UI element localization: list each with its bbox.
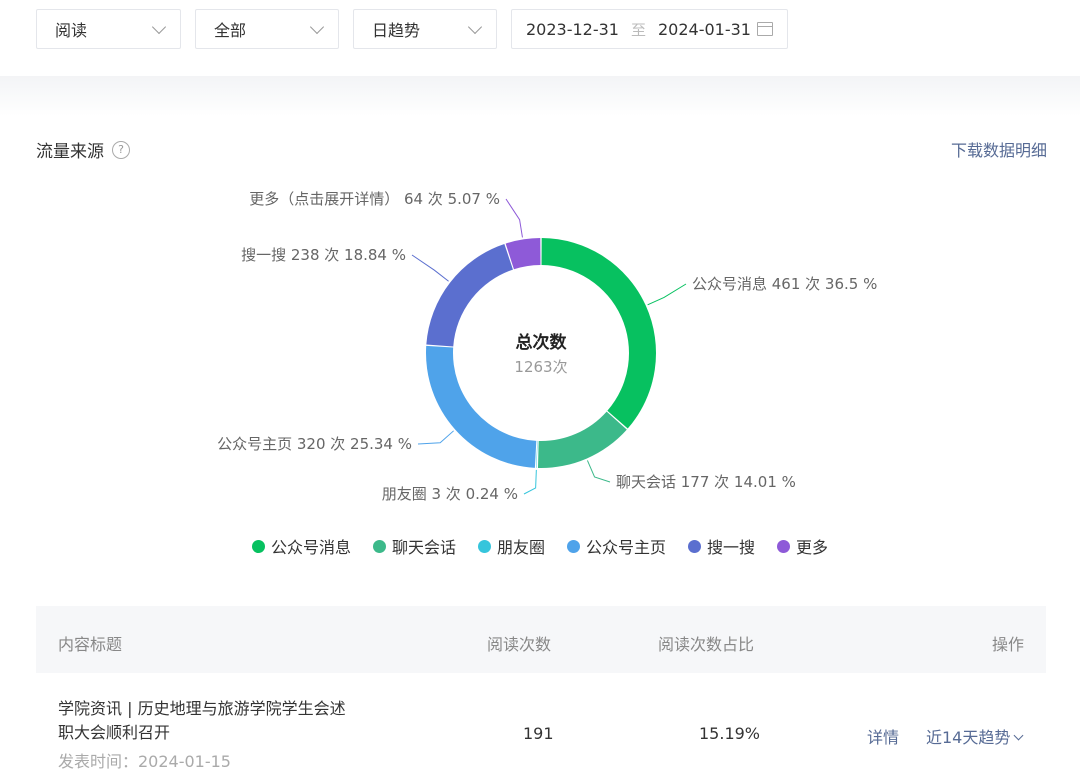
legend-item-0[interactable]: 公众号消息 xyxy=(251,534,351,558)
metric-select-value: 阅读 xyxy=(55,21,88,40)
table-header: 内容标题 阅读次数 阅读次数占比 操作 xyxy=(36,606,1046,673)
slice-label-3: 公众号主页 320 次 25.34 % xyxy=(217,435,412,453)
section-title: 流量来源 ? xyxy=(36,137,130,162)
leader-line-3 xyxy=(417,430,454,445)
detail-link[interactable]: 详情 xyxy=(867,724,899,748)
center-value: 1263次 xyxy=(514,358,567,376)
slice-label-4: 搜一搜 238 次 18.84 % xyxy=(241,246,406,264)
legend-item-5[interactable]: 更多 xyxy=(777,534,828,558)
donut-slice-1[interactable] xyxy=(537,411,627,468)
trend-label: 近14天趋势 xyxy=(926,728,1011,747)
scope-select[interactable]: 全部 xyxy=(195,9,339,49)
legend-label: 聊天会话 xyxy=(391,538,456,557)
header-reads: 阅读次数 xyxy=(487,635,552,654)
legend-item-1[interactable]: 聊天会话 xyxy=(372,534,456,558)
legend-dot-icon xyxy=(251,539,265,553)
header-ratio: 阅读次数占比 xyxy=(658,635,755,654)
slice-label-5: 更多（点击展开详情） 64 次 5.07 % xyxy=(249,190,500,208)
donut-slice-4[interactable] xyxy=(426,243,513,347)
chart-legend: 公众号消息 聊天会话 朋友圈 公众号主页 搜一搜 更多 xyxy=(0,534,1080,558)
date-separator: 至 xyxy=(630,20,646,39)
scope-select-value: 全部 xyxy=(214,21,247,40)
legend-label: 更多 xyxy=(796,538,829,557)
granularity-select-value: 日趋势 xyxy=(372,21,421,40)
center-title: 总次数 xyxy=(516,332,568,353)
filter-bar: 阅读 全部 日趋势 2023-12-31 至 2024-01-31 xyxy=(36,9,788,49)
question-icon[interactable]: ? xyxy=(112,140,130,159)
legend-dot-icon xyxy=(688,539,702,553)
chevron-down-icon xyxy=(151,19,167,34)
leader-line-0 xyxy=(647,283,687,306)
publish-date: 发表时间：2024-01-15 xyxy=(58,752,231,771)
slice-label-1: 聊天会话 177 次 14.01 % xyxy=(616,473,796,491)
date-start[interactable]: 2023-12-31 xyxy=(526,20,619,39)
date-end[interactable]: 2024-01-31 xyxy=(658,20,751,39)
chevron-down-icon xyxy=(309,19,325,34)
download-data-link[interactable]: 下载数据明细 xyxy=(951,137,1047,161)
granularity-select[interactable]: 日趋势 xyxy=(353,9,497,49)
legend-label: 公众号消息 xyxy=(270,538,351,557)
read-count: 191 xyxy=(523,724,554,743)
slice-label-0: 公众号消息 461 次 36.5 % xyxy=(692,275,877,293)
calendar-icon[interactable] xyxy=(757,22,773,36)
legend-label: 公众号主页 xyxy=(586,538,667,557)
donut-slice-2[interactable] xyxy=(536,440,538,468)
read-ratio: 15.19% xyxy=(699,724,761,743)
legend-label: 朋友圈 xyxy=(496,538,545,557)
legend-item-4[interactable]: 搜一搜 xyxy=(688,534,755,558)
legend-dot-icon xyxy=(777,539,791,553)
date-range-picker[interactable]: 2023-12-31 至 2024-01-31 xyxy=(511,9,788,49)
traffic-source-donut-chart: 公众号消息 461 次 36.5 % 聊天会话 177 次 14.01 % 朋友圈 … xyxy=(217,190,877,503)
legend-item-2[interactable]: 朋友圈 xyxy=(477,534,545,558)
legend-dot-icon xyxy=(567,539,580,553)
legend-dot-icon xyxy=(477,539,491,553)
section-divider xyxy=(0,76,1080,116)
header-title: 内容标题 xyxy=(58,635,123,654)
leader-line-2 xyxy=(523,469,537,495)
article-title[interactable]: 学院资讯 | 历史地理与旅游学院学生会述职大会顺利召开 xyxy=(58,697,358,745)
slice-label-2: 朋友圈 3 次 0.24 % xyxy=(382,485,518,503)
leader-line-1 xyxy=(586,460,611,483)
legend-dot-icon xyxy=(372,539,386,553)
table-row: 学院资讯 | 历史地理与旅游学院学生会述职大会顺利召开 发表时间：2024-01… xyxy=(36,673,1046,772)
leader-line-4 xyxy=(411,254,449,282)
chevron-down-icon xyxy=(467,19,483,34)
trend-dropdown[interactable]: 近14天趋势 xyxy=(926,724,1024,748)
leader-line-5 xyxy=(505,198,523,238)
legend-item-3[interactable]: 公众号主页 xyxy=(567,534,666,558)
metric-select[interactable]: 阅读 xyxy=(36,9,181,49)
legend-label: 搜一搜 xyxy=(707,538,756,557)
chevron-down-icon xyxy=(1013,730,1024,741)
header-ops: 操作 xyxy=(991,635,1024,654)
section-title-text: 流量来源 xyxy=(36,142,104,162)
